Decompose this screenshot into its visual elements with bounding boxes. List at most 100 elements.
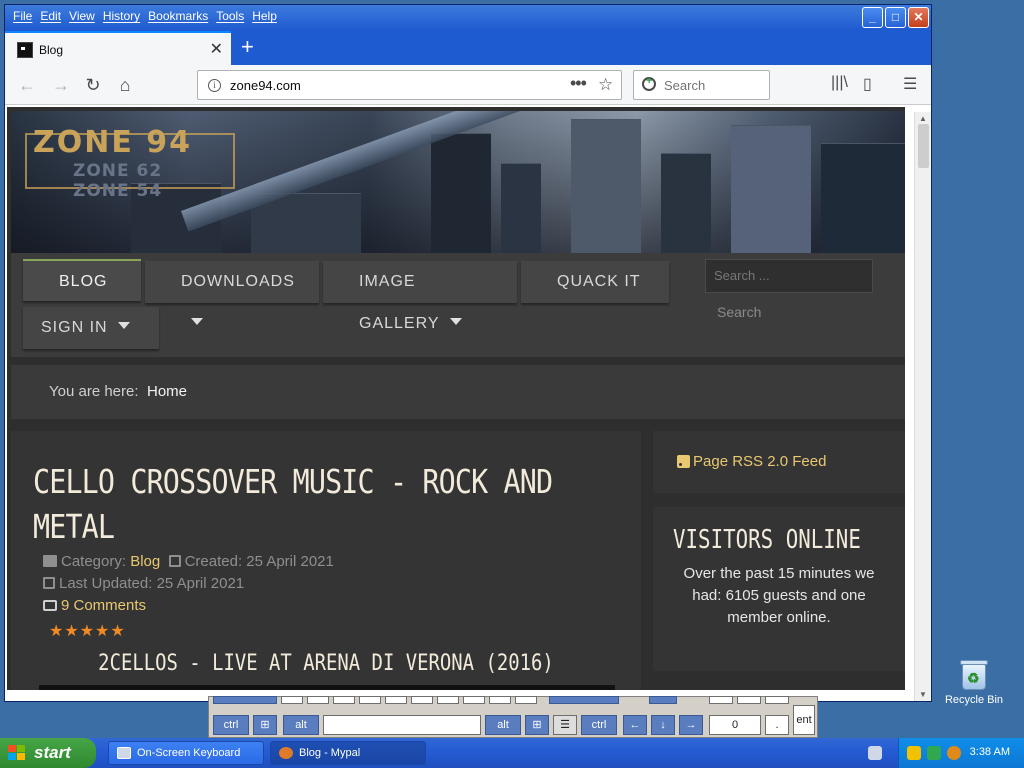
- taskbar-item-on-screen-keyboard[interactable]: On-Screen Keyboard: [108, 741, 264, 765]
- nav-image-gallery[interactable]: IMAGE GALLERY: [323, 261, 517, 332]
- menu-view[interactable]: View: [67, 9, 101, 23]
- key-windows-left[interactable]: ⊞: [253, 715, 277, 735]
- reload-icon[interactable]: ↻: [81, 73, 105, 97]
- key-menu[interactable]: ☰: [553, 715, 577, 735]
- nav-blog[interactable]: BLOG: [23, 259, 141, 326]
- key-alt-left[interactable]: alt: [283, 715, 319, 735]
- site-search-input[interactable]: Search ...: [705, 259, 873, 293]
- category-link[interactable]: Blog: [130, 553, 160, 570]
- key-1[interactable]: [709, 696, 733, 704]
- keyboard-layout-icon[interactable]: [868, 746, 882, 760]
- key-numpad-dot[interactable]: .: [765, 715, 789, 735]
- forward-arrow-icon[interactable]: →: [49, 73, 73, 97]
- key-right[interactable]: →: [679, 715, 703, 735]
- site-navigation: BLOG DOWNLOADS IMAGE GALLERY QUACK IT SI…: [11, 253, 905, 357]
- recycle-bin-label: Recycle Bin: [944, 694, 1004, 706]
- maximize-button[interactable]: □: [885, 7, 906, 28]
- key-n[interactable]: [411, 696, 433, 704]
- scroll-thumb[interactable]: [918, 124, 929, 168]
- bookmark-star-icon[interactable]: ☆: [598, 75, 613, 95]
- close-window-button[interactable]: ✕: [908, 7, 929, 28]
- tab-strip: Blog ✕ +: [5, 31, 931, 65]
- start-label: start: [34, 743, 71, 762]
- key-ctrl-left[interactable]: ctrl: [213, 715, 249, 735]
- sidebar-toggle-icon[interactable]: ▯: [863, 74, 872, 94]
- key-alt-right[interactable]: alt: [485, 715, 521, 735]
- scroll-up-icon[interactable]: ▲: [919, 114, 927, 123]
- hamburger-menu-icon[interactable]: ☰: [903, 74, 917, 94]
- key-b[interactable]: [385, 696, 407, 704]
- site-banner-image: ZONE 94 ZONE 62 ZONE 54: [11, 111, 905, 253]
- rss-feed-link[interactable]: Page RSS 2.0 Feed: [693, 453, 826, 470]
- page-scrollbar[interactable]: ▲ ▼: [914, 112, 931, 701]
- key-slash[interactable]: [515, 696, 537, 704]
- key-c[interactable]: [333, 696, 355, 704]
- menu-tools[interactable]: Tools: [214, 9, 250, 23]
- menu-help[interactable]: Help: [250, 9, 283, 23]
- breadcrumb-home[interactable]: Home: [147, 383, 187, 400]
- key-2[interactable]: [737, 696, 761, 704]
- search-engine-icon: [642, 75, 656, 91]
- menu-bookmarks[interactable]: Bookmarks: [146, 9, 214, 23]
- article-title[interactable]: CELLO CROSSOVER MUSIC - ROCK AND METAL: [33, 459, 592, 549]
- key-m[interactable]: [437, 696, 459, 704]
- new-tab-icon[interactable]: +: [241, 35, 254, 59]
- key-shift-right[interactable]: [549, 696, 619, 704]
- site-logo[interactable]: ZONE 94: [33, 125, 192, 160]
- library-icon[interactable]: |||\: [831, 74, 848, 92]
- menu-edit[interactable]: Edit: [38, 9, 67, 23]
- network-icon[interactable]: [927, 746, 941, 760]
- key-windows-right[interactable]: ⊞: [525, 715, 549, 735]
- tab-blog[interactable]: Blog ✕: [5, 31, 231, 65]
- key-x[interactable]: [307, 696, 329, 704]
- chevron-down-icon: [117, 322, 130, 330]
- key-space[interactable]: [323, 715, 481, 735]
- key-3[interactable]: [765, 696, 789, 704]
- nav-sign-in[interactable]: SIGN IN: [23, 307, 159, 349]
- web-page-content: ZONE 94 ZONE 62 ZONE 54 BLOG DOWNLOADS I…: [7, 107, 905, 690]
- key-numpad-0[interactable]: 0: [709, 715, 761, 735]
- scroll-down-icon[interactable]: ▼: [919, 690, 927, 699]
- article-meta-updated: Last Updated: 25 April 2021: [43, 575, 244, 592]
- comment-bubble-icon: [43, 600, 57, 611]
- comments-link[interactable]: 9 Comments: [43, 597, 146, 614]
- key-period[interactable]: [489, 696, 511, 704]
- folder-icon: [43, 555, 57, 567]
- page-actions-icon[interactable]: •••: [570, 73, 587, 94]
- site-search-button[interactable]: Search: [705, 297, 777, 327]
- key-numpad-enter[interactable]: ent: [793, 705, 815, 735]
- menu-file[interactable]: File: [11, 9, 38, 23]
- key-left[interactable]: ←: [623, 715, 647, 735]
- key-shift-left[interactable]: [213, 696, 277, 704]
- minimize-button[interactable]: _: [862, 7, 883, 28]
- home-icon[interactable]: ⌂: [113, 73, 137, 97]
- search-icon[interactable]: [947, 746, 961, 760]
- back-arrow-icon[interactable]: ←: [15, 73, 39, 97]
- taskbar-item-label: On-Screen Keyboard: [137, 747, 241, 759]
- key-v[interactable]: [359, 696, 381, 704]
- site-info-icon[interactable]: i: [208, 79, 221, 92]
- embedded-video[interactable]: [39, 685, 615, 690]
- key-up[interactable]: [649, 696, 677, 704]
- visitors-title: VISITORS ONLINE: [673, 525, 861, 555]
- system-tray: 3:38 AM: [898, 738, 1024, 768]
- menu-bar: File Edit View History Bookmarks Tools H…: [11, 9, 283, 23]
- menu-history[interactable]: History: [101, 9, 146, 23]
- taskbar-item-label: Blog - Mypal: [299, 747, 361, 759]
- key-z[interactable]: [281, 696, 303, 704]
- taskbar-item-browser[interactable]: Blog - Mypal: [270, 741, 426, 765]
- key-comma[interactable]: [463, 696, 485, 704]
- on-screen-keyboard: ctrl ⊞ alt alt ⊞ ☰ ctrl ← ↓ → 0 . ent: [208, 696, 818, 738]
- url-bar[interactable]: i zone94.com ••• ☆: [197, 70, 622, 100]
- start-button[interactable]: start: [0, 738, 96, 768]
- security-shield-icon[interactable]: [907, 746, 921, 760]
- nav-downloads[interactable]: DOWNLOADS: [145, 261, 319, 326]
- recycle-bin-desktop-icon[interactable]: ♻ Recycle Bin: [944, 658, 1004, 706]
- rating-stars[interactable]: ★★★★★: [49, 621, 126, 641]
- key-ctrl-right[interactable]: ctrl: [581, 715, 617, 735]
- close-tab-icon[interactable]: ✕: [210, 39, 223, 59]
- key-down[interactable]: ↓: [651, 715, 675, 735]
- breadcrumb: You are here: Home: [11, 365, 905, 419]
- browser-search-input[interactable]: Search: [633, 70, 770, 100]
- nav-quack-it[interactable]: QUACK IT: [521, 261, 669, 303]
